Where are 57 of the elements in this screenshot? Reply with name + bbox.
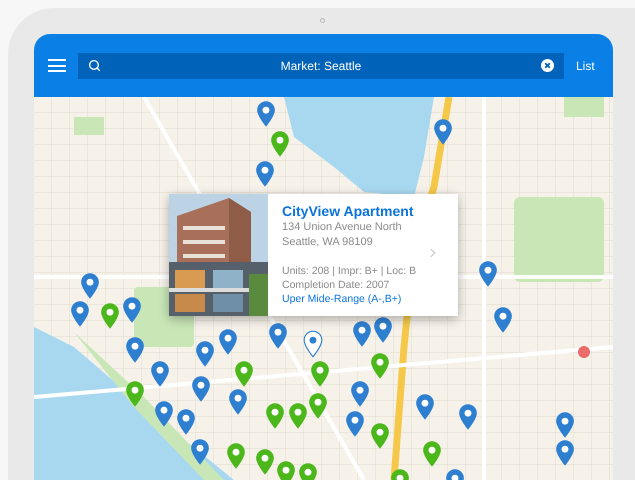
- price-class: Uper Mide-Range (A-,B+): [282, 292, 402, 306]
- map-pin[interactable]: [458, 403, 478, 431]
- map-pin[interactable]: [433, 118, 453, 146]
- map-pin[interactable]: [125, 380, 145, 408]
- map-pin[interactable]: [422, 440, 442, 468]
- map-pin[interactable]: [191, 375, 211, 403]
- map-pin[interactable]: [350, 380, 370, 408]
- map-pin[interactable]: [352, 320, 372, 348]
- map-pin[interactable]: [70, 300, 90, 328]
- property-card[interactable]: CityView Apartment 134 Union Avenue North Seattle, WA 98109 Units: 208 | Impr: B+ | Loc: B Completion Date: 2007 Uper Mide-Range (A-,B+): [169, 194, 458, 316]
- map-pin[interactable]: [288, 402, 308, 430]
- map-pin[interactable]: [190, 438, 210, 466]
- map-pin[interactable]: [256, 100, 276, 128]
- map-pin[interactable]: [255, 448, 275, 476]
- map-pin[interactable]: [555, 411, 575, 439]
- map-pin[interactable]: [370, 422, 390, 450]
- map-pin[interactable]: [195, 340, 215, 368]
- map-pin[interactable]: [125, 336, 145, 364]
- map-pin[interactable]: [154, 400, 174, 428]
- search-icon: [88, 59, 101, 72]
- map-pin[interactable]: [370, 352, 390, 380]
- map-pin[interactable]: [415, 393, 435, 421]
- property-detail: Completion Date: 2007: [282, 278, 390, 292]
- map-pin[interactable]: [303, 330, 323, 358]
- map-pin[interactable]: [176, 408, 196, 436]
- map-pin[interactable]: [228, 388, 248, 416]
- address-line: 134 Union Avenue North: [282, 220, 403, 235]
- map-pin[interactable]: [150, 360, 170, 388]
- map-pin[interactable]: [255, 160, 275, 188]
- list-button[interactable]: List: [576, 56, 595, 74]
- property-detail: Units: 208 | Impr: B+ | Loc: B: [282, 264, 418, 278]
- map-pin[interactable]: [478, 260, 498, 288]
- park-area: [564, 97, 604, 117]
- search-value: Market: Seattle: [280, 58, 362, 74]
- map-pin[interactable]: [218, 328, 238, 356]
- property-title: CityView Apartment: [282, 202, 414, 220]
- map-pin[interactable]: [373, 316, 393, 344]
- camera-icon: [320, 18, 325, 23]
- map-pin[interactable]: [308, 392, 328, 420]
- map-pin[interactable]: [310, 360, 330, 388]
- map-pin[interactable]: [265, 402, 285, 430]
- map-pin[interactable]: [80, 272, 100, 300]
- map-pin[interactable]: [493, 306, 513, 334]
- map-pin[interactable]: [270, 130, 290, 158]
- map-pin[interactable]: [226, 442, 246, 470]
- map-pin[interactable]: [276, 460, 296, 480]
- address-line: Seattle, WA 98109: [282, 235, 374, 250]
- map-pin[interactable]: [345, 410, 365, 438]
- park-area: [74, 117, 104, 135]
- search-field[interactable]: Market: Seattle: [78, 52, 564, 78]
- menu-icon[interactable]: [48, 59, 66, 72]
- map-pin[interactable]: [268, 322, 288, 350]
- clear-icon[interactable]: [541, 59, 554, 72]
- map-pin[interactable]: [100, 302, 120, 330]
- map-pin[interactable]: [234, 360, 254, 388]
- map-pin[interactable]: [122, 296, 142, 324]
- map-pin[interactable]: [555, 439, 575, 467]
